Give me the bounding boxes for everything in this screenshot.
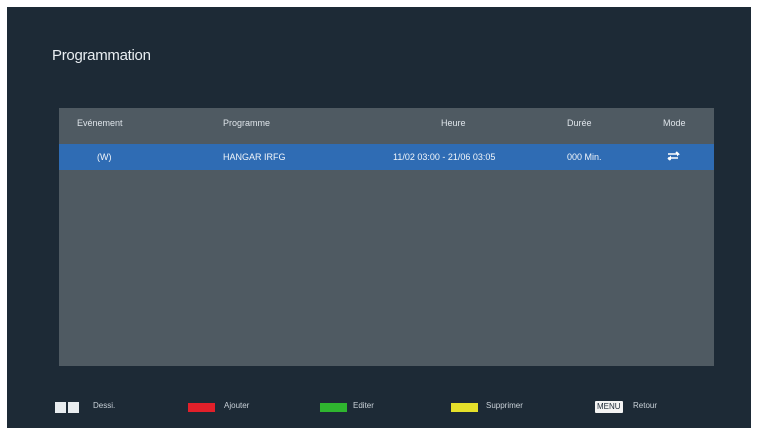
table-row[interactable]: (W) HANGAR IRFG 11/02 03:00 - 21/06 03:0…	[59, 144, 714, 170]
row-duration: 000 Min.	[567, 152, 602, 162]
edit-hint-label: Editer	[353, 401, 374, 410]
add-hint[interactable]: Ajouter	[188, 397, 288, 419]
add-hint-label: Ajouter	[224, 401, 250, 410]
column-header-mode: Mode	[663, 118, 686, 128]
tv-screen: Programmation Evénement Programme Heure …	[7, 7, 751, 428]
schedule-table: Evénement Programme Heure Durée Mode (W)…	[59, 108, 714, 366]
edit-hint[interactable]: Editer	[320, 397, 420, 419]
repeat-icon	[667, 151, 680, 161]
row-programme: HANGAR IRFG	[223, 152, 286, 162]
column-header-programme: Programme	[223, 118, 271, 128]
footer-key-hints: Dessi. Ajouter Editer Supprimer MENU Ret…	[7, 397, 751, 419]
delete-hint[interactable]: Supprimer	[451, 397, 561, 419]
delete-hint-label: Supprimer	[486, 401, 523, 410]
menu-key-icon: MENU	[595, 401, 623, 413]
row-event: (W)	[97, 152, 112, 162]
yellow-key-icon	[451, 403, 478, 412]
row-time: 11/02 03:00 - 21/06 03:05	[393, 152, 496, 162]
green-key-icon	[320, 403, 347, 412]
back-hint-label: Retour	[633, 401, 658, 410]
column-header-time: Heure	[441, 118, 466, 128]
page-hint[interactable]: Dessi.	[55, 397, 145, 419]
page-keys-icon	[55, 402, 79, 413]
column-header-event: Evénement	[77, 118, 123, 128]
red-key-icon	[188, 403, 215, 412]
back-hint[interactable]: MENU Retour	[595, 397, 695, 419]
table-header: Evénement Programme Heure Durée Mode	[59, 114, 714, 132]
column-header-duration: Durée	[567, 118, 592, 128]
page-hint-label: Dessi.	[93, 401, 116, 410]
page-title: Programmation	[52, 47, 151, 64]
